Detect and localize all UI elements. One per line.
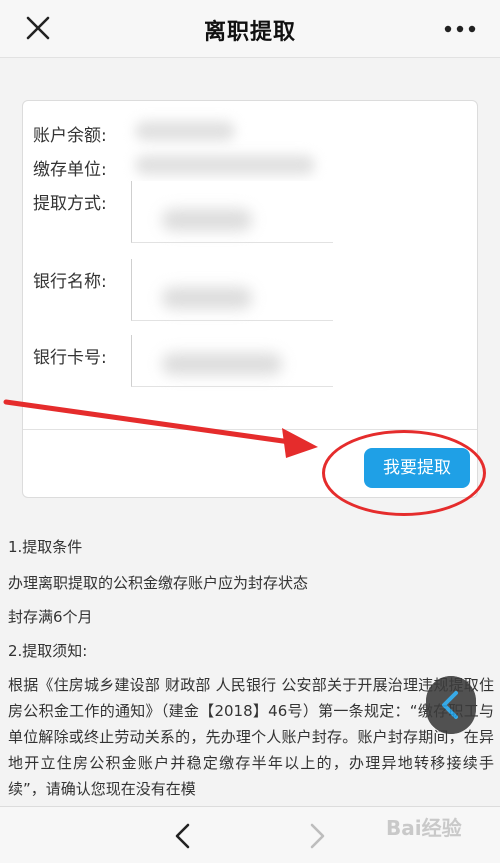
chevron-left-icon[interactable] (168, 819, 198, 853)
section2-title: 2.提取须知: (8, 642, 88, 660)
balance-label: 账户余额: (33, 126, 107, 146)
unit-label: 缴存单位: (33, 160, 107, 180)
balance-value-blurred (135, 121, 235, 141)
top-bar: 离职提取 (0, 0, 500, 58)
floating-back-icon[interactable] (426, 676, 476, 734)
section1-line2: 封存满6个月 (8, 608, 93, 626)
annotation-arrow (3, 399, 318, 458)
card-number-label: 银行卡号: (33, 348, 107, 368)
bank-name-select[interactable] (131, 259, 333, 321)
more-dots-icon[interactable] (440, 14, 480, 44)
chevron-right-icon[interactable] (302, 819, 332, 853)
section1-title: 1.提取条件 (8, 538, 83, 556)
section2-body: 根据《住房城乡建设部 财政部 人民银行 公安部关于开展治理违规提取住房公积金工作… (8, 676, 494, 798)
watermark: Bai经验 (386, 816, 462, 840)
section1-line1: 办理离职提取的公积金缴存账户应为封存状态 (8, 574, 309, 592)
page-title: 离职提取 (203, 20, 296, 45)
annotation-circle (322, 430, 486, 516)
card-number-input[interactable] (131, 335, 333, 387)
unit-value-blurred (135, 155, 315, 175)
bank-name-label: 银行名称: (33, 272, 107, 292)
method-label: 提取方式: (33, 194, 107, 214)
method-select[interactable] (131, 181, 333, 243)
